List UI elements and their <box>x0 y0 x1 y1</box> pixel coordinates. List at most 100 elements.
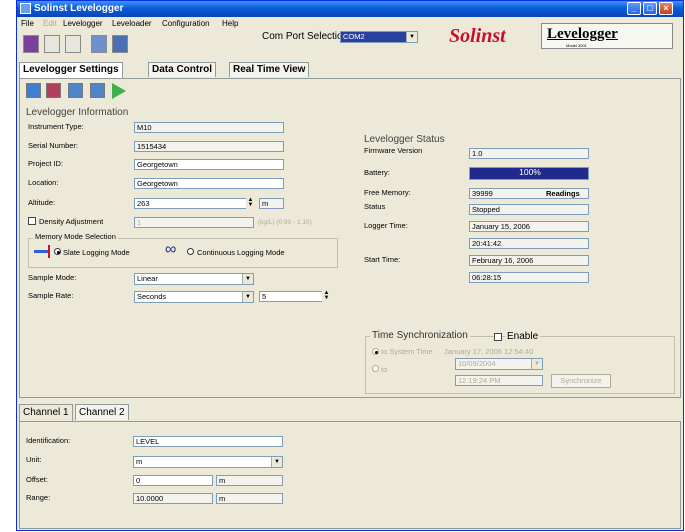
serial-number-label: Serial Number: <box>28 141 79 150</box>
sample-rate-label: Sample Rate: <box>28 291 74 300</box>
menu-edit[interactable]: Edit <box>43 19 57 28</box>
menu-file[interactable]: File <box>21 19 34 28</box>
app-window: Solinst Levelogger _ □ × File Edit Level… <box>16 0 684 531</box>
sync-date-value: 10/09/2004 <box>458 359 496 368</box>
com-port-value: COM2 <box>343 32 365 41</box>
com-port-select[interactable]: COM2 ▼ <box>340 31 418 43</box>
document-icon[interactable] <box>91 35 107 53</box>
download-icon[interactable] <box>90 83 105 98</box>
offset-unit: m <box>216 475 283 486</box>
levelogger-logo-text: Levelogger <box>547 26 618 42</box>
continuous-mode-icon: ∞ <box>165 241 177 258</box>
density-input[interactable]: 1 <box>134 217 254 228</box>
memory-mode-title: Memory Mode Selection <box>33 232 118 241</box>
tab-data-control[interactable]: Data Control <box>148 62 216 77</box>
print-icon[interactable] <box>112 35 128 53</box>
status-title: Levelogger Status <box>364 134 445 145</box>
window-title: Solinst Levelogger <box>34 3 124 14</box>
project-id-label: Project ID: <box>28 159 64 168</box>
sync-enable-checkbox[interactable] <box>494 333 502 341</box>
sync-date-select[interactable]: 10/09/2004 ▼ <box>455 358 543 370</box>
sync-to-label: to <box>381 365 388 374</box>
time-sync-group: Time Synchronization Enable to System Ti… <box>365 330 675 394</box>
logger-date-field: January 15, 2006 <box>469 221 589 232</box>
menu-help[interactable]: Help <box>222 19 238 28</box>
range-field: 10.0000 <box>133 493 213 504</box>
unit-select[interactable]: m ▼ <box>133 456 283 468</box>
slate-mode-marker <box>48 245 50 258</box>
status-label: Status <box>364 202 386 211</box>
battery-label: Battery: <box>364 168 390 177</box>
range-unit: m <box>216 493 283 504</box>
project-id-input[interactable]: Georgetown <box>134 159 284 170</box>
retrieve-settings-icon[interactable] <box>26 83 41 98</box>
minimize-button[interactable]: _ <box>627 2 641 15</box>
serial-number-field: 1515434 <box>134 141 284 152</box>
sample-mode-value: Linear <box>137 274 158 283</box>
menu-levelogger[interactable]: Levelogger <box>63 19 103 28</box>
menu-leveloader[interactable]: Leveloader <box>112 19 152 28</box>
altitude-label: Altitude: <box>28 198 56 207</box>
location-input[interactable]: Georgetown <box>134 178 284 189</box>
start-play-icon[interactable] <box>112 83 126 99</box>
free-memory-label: Free Memory: <box>364 188 411 197</box>
sync-to-radio[interactable] <box>372 365 379 372</box>
location-label: Location: <box>28 178 59 187</box>
app-icon <box>20 3 31 14</box>
close-button[interactable]: × <box>659 2 673 15</box>
sample-mode-select[interactable]: Linear ▼ <box>134 273 254 285</box>
sample-rate-input[interactable]: 5 <box>259 291 329 302</box>
levelogger-logo: Levelogger Model 3001 <box>541 23 673 49</box>
continuous-mode-label: Continuous Logging Mode <box>197 248 285 257</box>
time-sync-title: Time Synchronization <box>370 330 470 341</box>
save-icon[interactable] <box>44 35 60 53</box>
firmware-label: Firmware Version <box>364 146 423 155</box>
identification-label: Identification: <box>26 436 71 445</box>
sync-time-input[interactable]: 12:19:24 PM <box>455 375 543 386</box>
com-port-label: Com Port Selection: <box>262 31 351 42</box>
density-checkbox[interactable] <box>28 217 36 225</box>
tab-channel-1[interactable]: Channel 1 <box>19 404 73 421</box>
menu-configuration[interactable]: Configuration <box>162 19 210 28</box>
offset-input[interactable]: 0 <box>133 475 213 486</box>
synchronize-button[interactable]: Synchronize <box>551 374 611 388</box>
edit-icon[interactable] <box>65 35 81 53</box>
slate-mode-label: Slate Logging Mode <box>63 248 130 257</box>
upload-icon[interactable] <box>68 83 83 98</box>
start-date-field: February 16, 2006 <box>469 255 589 266</box>
program-icon[interactable] <box>46 83 61 98</box>
sync-enable-label: Enable <box>505 331 541 342</box>
readings-label: Readings <box>546 189 580 198</box>
status-group: Levelogger Status Firmware Version 1.0 B… <box>364 134 604 309</box>
continuous-mode-radio[interactable] <box>187 248 194 255</box>
tab-real-time-view[interactable]: Real Time View <box>229 62 310 77</box>
altitude-unit: m <box>259 198 284 209</box>
sync-system-radio[interactable] <box>372 348 379 355</box>
offset-label: Offset: <box>26 475 48 484</box>
sample-rate-unit-select[interactable]: Seconds ▼ <box>134 291 254 303</box>
levelogger-model-text: Model 3001 <box>566 43 587 48</box>
start-time-label: Start Time: <box>364 255 401 264</box>
sample-mode-label: Sample Mode: <box>28 273 77 282</box>
sync-system-label: to System Time <box>381 347 433 356</box>
maximize-button[interactable]: □ <box>643 2 657 15</box>
slate-mode-radio[interactable] <box>54 248 61 255</box>
tab-levelogger-settings[interactable]: Levelogger Settings <box>19 62 123 78</box>
info-group: Levelogger Information Instrument Type: … <box>24 107 354 398</box>
density-label: Density Adjustment <box>39 217 104 226</box>
sample-rate-spinner[interactable]: ▲ ▼ <box>322 290 331 302</box>
memory-mode-group: Memory Mode Selection Slate Logging Mode… <box>28 232 338 268</box>
density-range-label: (kg/L) (0.90 - 1.10) <box>258 219 312 226</box>
altitude-input[interactable]: 263 <box>134 198 254 209</box>
battery-bar: 100% <box>469 167 589 180</box>
info-title: Levelogger Information <box>26 107 129 118</box>
sync-system-time: January 17, 2006 12:54:40 <box>444 347 534 356</box>
tab-channel-2[interactable]: Channel 2 <box>75 404 129 420</box>
sample-rate-unit-value: Seconds <box>137 292 167 301</box>
open-folder-icon[interactable] <box>23 35 39 53</box>
identification-input[interactable]: LEVEL <box>133 436 283 447</box>
firmware-field: 1.0 <box>469 148 589 159</box>
altitude-spinner[interactable]: ▲ ▼ <box>246 197 255 209</box>
logger-time-field: 20:41:42 <box>469 238 589 249</box>
instrument-type-label: Instrument Type: <box>28 122 84 131</box>
